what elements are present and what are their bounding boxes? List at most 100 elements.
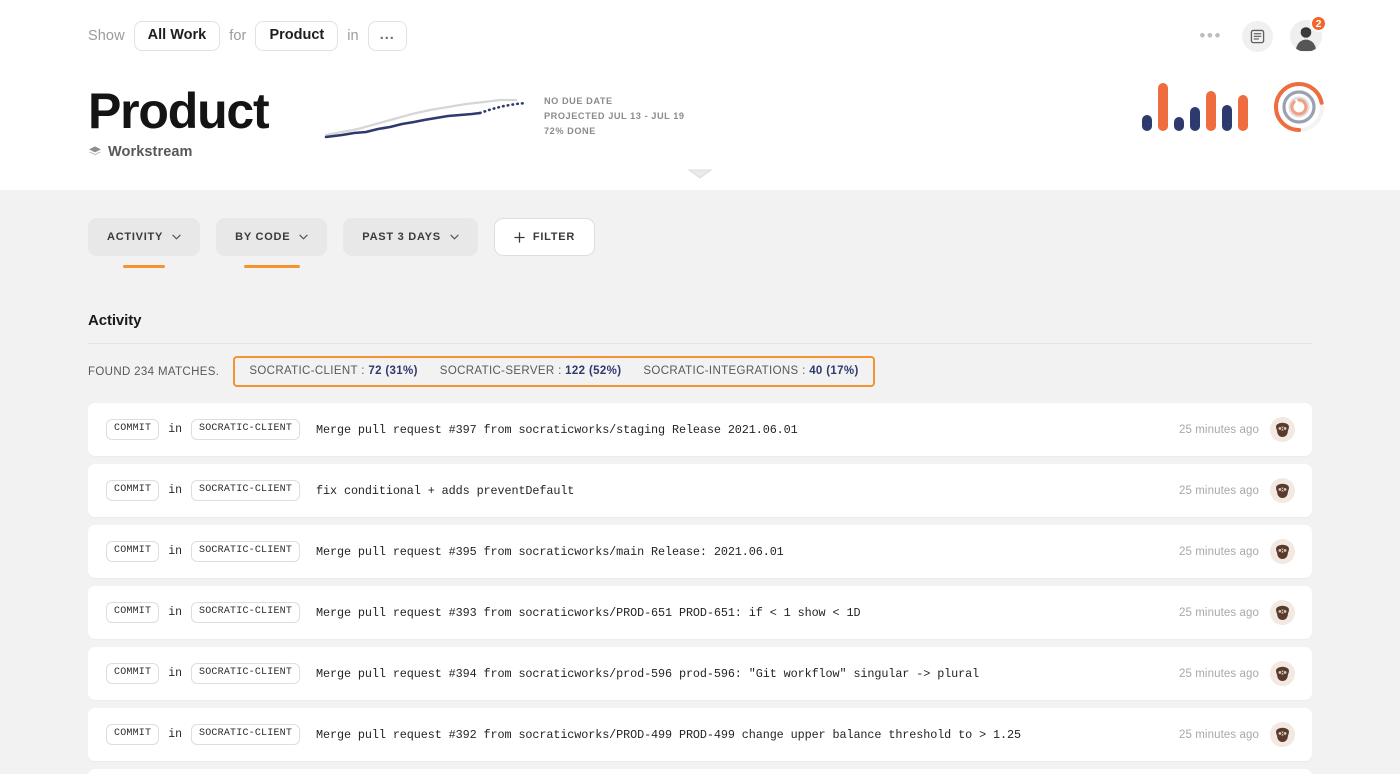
content-area: ACTIVITY BY CODE PAST 3 DAYS FILTER Acti…: [0, 190, 1400, 774]
notification-badge: 2: [1310, 15, 1327, 32]
layers-icon: [89, 146, 101, 156]
activity-type-chip[interactable]: COMMIT: [106, 419, 160, 440]
author-avatar[interactable]: [1270, 661, 1295, 686]
page-subtitle: Workstream: [88, 144, 288, 160]
author-avatar[interactable]: [1270, 478, 1295, 503]
commit-message: Merge pull request #393 from socraticwor…: [316, 605, 861, 620]
author-avatar[interactable]: [1270, 539, 1295, 564]
mini-bar: [1222, 105, 1232, 131]
repo-stat-value: 72 (31%): [368, 365, 418, 377]
filter-bar: ACTIVITY BY CODE PAST 3 DAYS FILTER: [88, 218, 1312, 268]
mini-bar: [1174, 117, 1184, 131]
activity-row[interactable]: COMMIT in SOCRATIC-CLIENT Merge pull req…: [88, 708, 1312, 761]
row-avatar-image: [1270, 417, 1295, 442]
done-percent-text: 72% DONE: [544, 125, 596, 136]
row-meta: 25 minutes ago: [1159, 600, 1295, 625]
mini-bar: [1206, 91, 1216, 131]
author-avatar[interactable]: [1270, 722, 1295, 747]
completion-ring-chart: [1274, 82, 1324, 132]
for-label: for: [229, 28, 247, 44]
overflow-menu-icon[interactable]: •••: [1196, 26, 1225, 46]
activity-type-chip[interactable]: COMMIT: [106, 541, 160, 562]
notes-icon[interactable]: [1242, 20, 1273, 52]
section-title: Activity: [88, 312, 142, 329]
sparkline-stats: NO DUE DATE PROJECTED JUL 13 - JUL 19 72…: [544, 91, 685, 139]
repo-stat[interactable]: SOCRATIC-INTEGRATIONS : 40 (17%): [643, 365, 858, 377]
repo-stat[interactable]: SOCRATIC-SERVER : 122 (52%): [440, 365, 622, 377]
repo-chip[interactable]: SOCRATIC-CLIENT: [191, 724, 301, 745]
timestamp: 25 minutes ago: [1178, 545, 1259, 558]
row-meta: 25 minutes ago: [1159, 417, 1295, 442]
activity-row[interactable]: COMMIT in SOCRATIC-CLIENT Merge pull req…: [88, 525, 1312, 578]
title-row: Product Workstream NO DUE DATE PROJECTED…: [0, 72, 1400, 160]
in-label: in: [168, 484, 183, 497]
activity-type-chip[interactable]: COMMIT: [106, 602, 160, 623]
top-bar-actions: ••• 2: [1196, 15, 1327, 52]
filter-pill-wrapper: FILTER: [493, 218, 596, 256]
filter-active-underline: [243, 265, 300, 268]
row-avatar-image: [1270, 539, 1295, 564]
timestamp: 25 minutes ago: [1178, 667, 1259, 680]
repo-chip[interactable]: SOCRATIC-CLIENT: [191, 602, 301, 623]
repo-chip[interactable]: SOCRATIC-CLIENT: [191, 663, 301, 684]
repo-chip[interactable]: SOCRATIC-CLIENT: [191, 480, 301, 501]
mini-charts: [1142, 78, 1328, 136]
in-label: in: [168, 667, 183, 680]
activity-bar-chart: [1142, 83, 1248, 131]
filter-pill-activity[interactable]: ACTIVITY: [88, 218, 201, 256]
repo-chip[interactable]: SOCRATIC-CLIENT: [191, 419, 301, 440]
filter-pill-label: FILTER: [532, 231, 576, 243]
commit-message: Merge pull request #392 from socraticwor…: [316, 727, 1021, 742]
row-meta: 25 minutes ago: [1159, 478, 1295, 503]
activity-row[interactable]: COMMIT in SOCRATIC-CLIENT fix conditiona…: [88, 464, 1312, 517]
activity-list: COMMIT in SOCRATIC-CLIENT Merge pull req…: [88, 403, 1312, 774]
repo-stats-box: SOCRATIC-CLIENT : 72 (31%) SOCRATIC-SERV…: [233, 356, 875, 387]
project-filter-pill[interactable]: Product: [255, 21, 339, 51]
filter-pill-past-3-days[interactable]: PAST 3 DAYS: [343, 218, 478, 256]
timestamp: 25 minutes ago: [1178, 423, 1259, 436]
repo-stat-value: 40 (17%): [809, 365, 859, 377]
filter-pill-label: BY CODE: [235, 231, 291, 243]
user-avatar-wrapper[interactable]: 2: [1290, 15, 1327, 52]
activity-row[interactable]: COMMIT in SOCRATIC-CLIENT singular -> pl…: [88, 769, 1312, 774]
activity-type-chip[interactable]: COMMIT: [106, 724, 160, 745]
mini-bar: [1238, 95, 1248, 131]
row-avatar-image: [1270, 661, 1295, 686]
chevron-down-icon: [172, 234, 181, 240]
filter-active-underline: [123, 265, 166, 268]
page-title: Product: [88, 83, 270, 139]
commit-message: Merge pull request #397 from socraticwor…: [316, 422, 798, 437]
in-label: in: [168, 545, 183, 558]
found-matches-label: FOUND 234 MATCHES.: [88, 365, 220, 378]
filter-pill-wrapper: ACTIVITY: [88, 218, 201, 268]
author-avatar[interactable]: [1270, 600, 1295, 625]
chevron-down-icon: [299, 234, 308, 240]
work-filter-pill[interactable]: All Work: [133, 21, 221, 51]
plus-icon: [514, 231, 525, 243]
mini-bar: [1158, 83, 1168, 131]
timestamp: 25 minutes ago: [1178, 606, 1259, 619]
activity-row[interactable]: COMMIT in SOCRATIC-CLIENT Merge pull req…: [88, 586, 1312, 639]
filter-pill-wrapper: BY CODE: [216, 218, 328, 268]
notes-glyph: [1250, 29, 1265, 43]
filter-pill-by-code[interactable]: BY CODE: [216, 218, 328, 256]
repo-stat[interactable]: SOCRATIC-CLIENT : 72 (31%): [249, 365, 417, 377]
projected-text: PROJECTED JUL 13 - JUL 19: [544, 110, 685, 121]
activity-type-chip[interactable]: COMMIT: [106, 663, 160, 684]
repo-chip[interactable]: SOCRATIC-CLIENT: [191, 541, 301, 562]
breadcrumb: Show All Work for Product in ...: [88, 21, 407, 51]
activity-row[interactable]: COMMIT in SOCRATIC-CLIENT Merge pull req…: [88, 647, 1312, 700]
collapse-header-button[interactable]: [0, 168, 1400, 180]
author-avatar[interactable]: [1270, 417, 1295, 442]
timestamp: 25 minutes ago: [1178, 484, 1259, 497]
mini-bar: [1142, 115, 1152, 131]
more-filter-pill[interactable]: ...: [367, 21, 407, 51]
activity-type-chip[interactable]: COMMIT: [106, 480, 160, 501]
repo-stat-value: 122 (52%): [565, 365, 622, 377]
filter-pill-label: ACTIVITY: [107, 231, 164, 243]
activity-row[interactable]: COMMIT in SOCRATIC-CLIENT Merge pull req…: [88, 403, 1312, 456]
filter-pill-filter[interactable]: FILTER: [493, 218, 596, 256]
in-label: in: [168, 728, 183, 741]
title-block: Product Workstream: [88, 85, 288, 160]
timestamp: 25 minutes ago: [1178, 728, 1259, 741]
